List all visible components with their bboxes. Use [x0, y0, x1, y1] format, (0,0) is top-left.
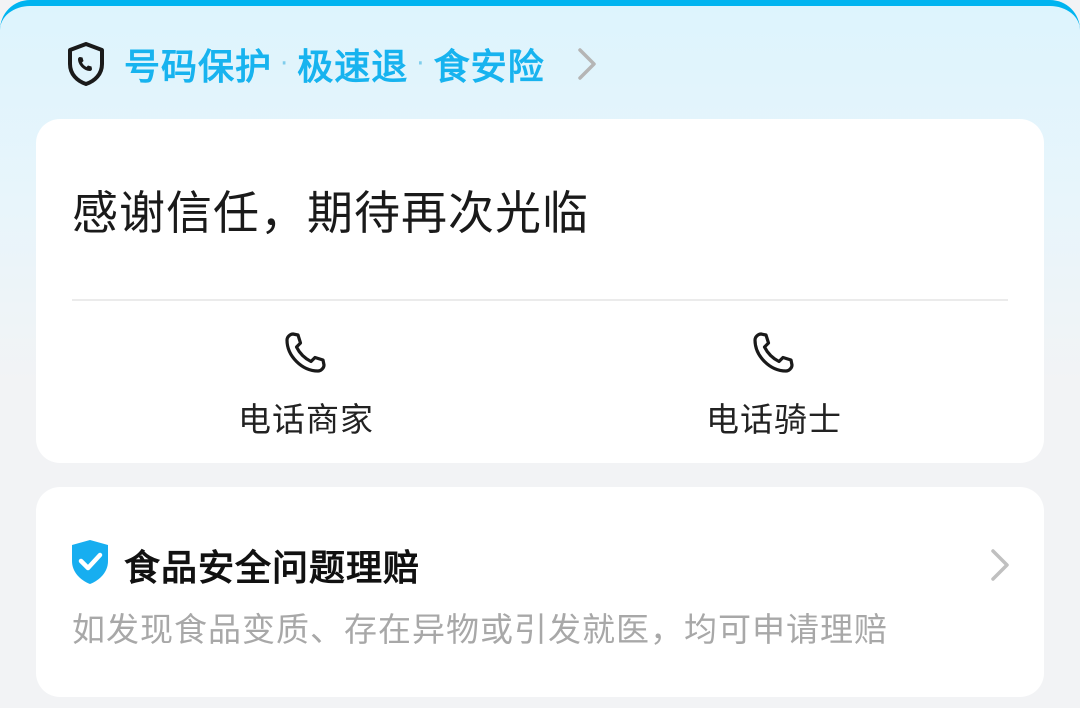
- food-safety-card[interactable]: 食品安全问题理赔 如发现食品变质、存在异物或引发就医，均可申请理赔: [36, 487, 1044, 697]
- food-safety-title: 食品安全问题理赔: [124, 548, 421, 589]
- protection-banner[interactable]: 号码保护 · 极速退 · 食安险: [66, 40, 599, 88]
- phone-icon: [283, 329, 329, 375]
- protection-item-refund: 极速退: [297, 47, 409, 88]
- separator-dot: ·: [280, 49, 290, 79]
- call-rider-label: 电话骑士: [706, 400, 842, 439]
- divider: [72, 299, 1008, 301]
- protection-items: 号码保护 · 极速退 · 食安险: [124, 38, 545, 90]
- separator-dot: ·: [416, 49, 426, 79]
- phone-icon: [751, 329, 797, 375]
- call-merchant-button[interactable]: 电话商家: [196, 329, 416, 449]
- contact-card: 感谢信任，期待再次光临 电话商家 电话骑士: [36, 119, 1044, 463]
- food-safety-description: 如发现食品变质、存在异物或引发就医，均可申请理赔: [72, 610, 888, 649]
- call-rider-button[interactable]: 电话骑士: [664, 329, 884, 449]
- protection-item-insurance: 食安险: [433, 47, 545, 88]
- shield-phone-icon: [66, 41, 106, 87]
- chevron-right-icon: [575, 44, 599, 84]
- protection-item-number: 号码保护: [124, 47, 273, 88]
- chevron-right-icon: [988, 545, 1012, 585]
- thanks-message: 感谢信任，期待再次光临: [72, 186, 589, 240]
- check-shield-icon: [70, 539, 110, 585]
- call-merchant-label: 电话商家: [238, 400, 374, 439]
